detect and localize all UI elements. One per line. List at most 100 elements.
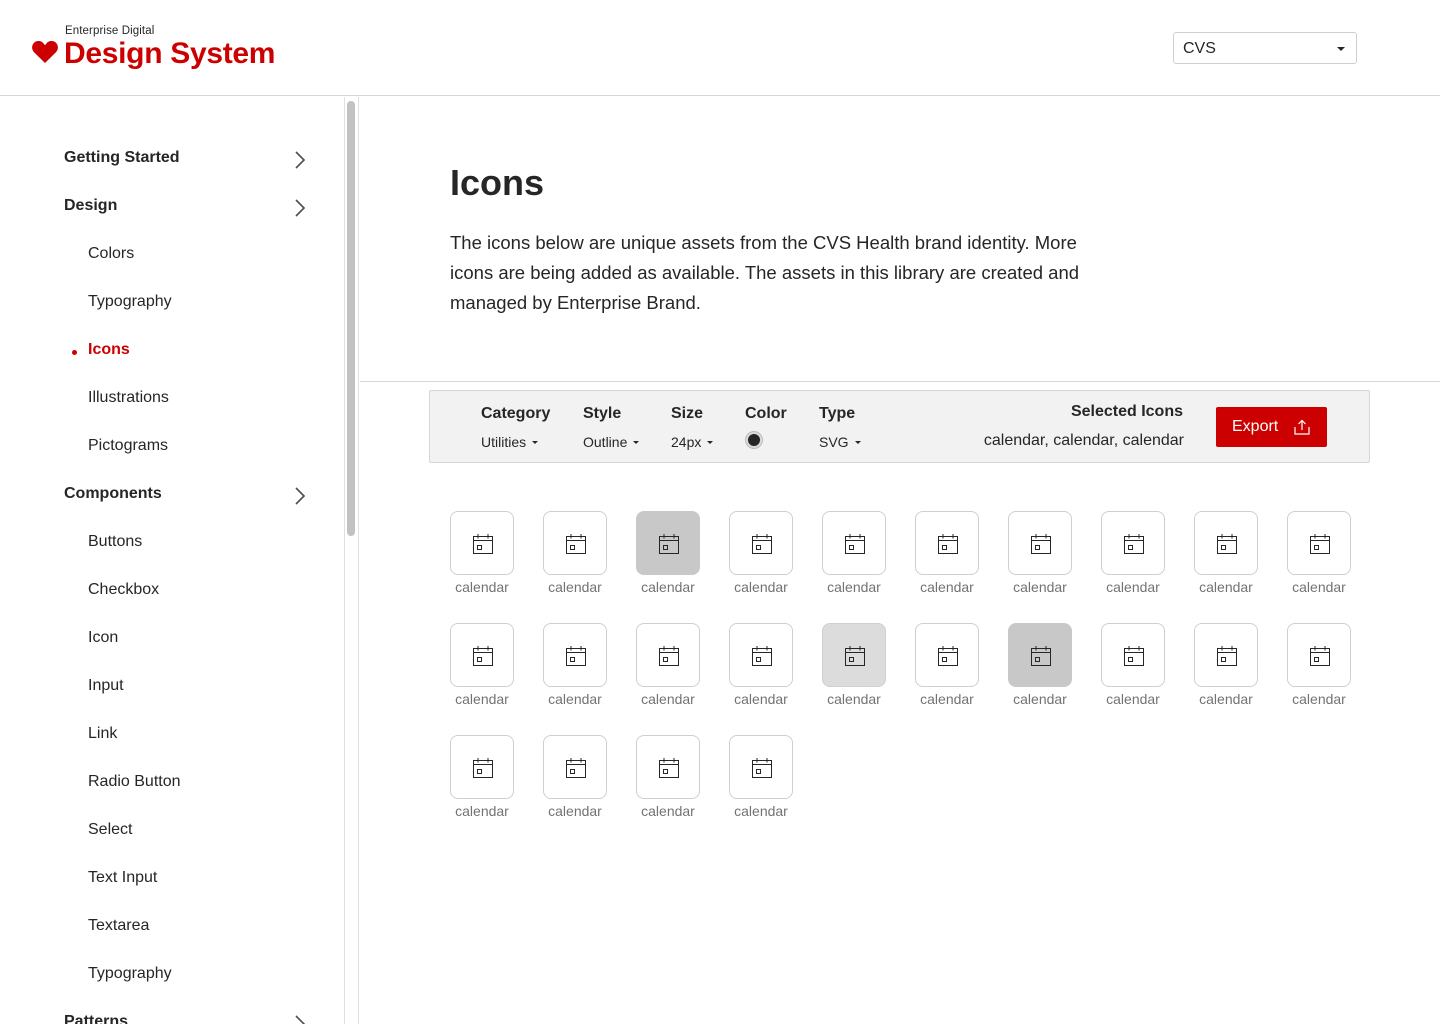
- sidebar-item-typography[interactable]: Typography: [88, 293, 172, 317]
- calendar-icon: [1217, 646, 1237, 666]
- color-filter[interactable]: Color: [745, 405, 787, 423]
- icon-tile[interactable]: [450, 623, 514, 687]
- icon-tile-label: calendar: [827, 579, 881, 595]
- sidebar-item-getting-started[interactable]: Getting Started: [64, 149, 180, 173]
- icon-tile-label: calendar: [548, 579, 602, 595]
- icon-tile-label: calendar: [1106, 691, 1160, 707]
- icon-tile[interactable]: [1101, 623, 1165, 687]
- calendar-icon: [1124, 534, 1144, 554]
- calendar-icon: [1217, 534, 1237, 554]
- sidebar-item-checkbox[interactable]: Checkbox: [88, 581, 159, 605]
- icon-tile-label: calendar: [455, 579, 509, 595]
- calendar-icon: [845, 646, 865, 666]
- sidebar-item-components[interactable]: Components: [64, 485, 162, 509]
- chevron-right-icon[interactable]: [294, 487, 306, 505]
- calendar-icon: [566, 534, 586, 554]
- caret-down-icon: [1337, 47, 1345, 51]
- size-dropdown[interactable]: 24px: [671, 434, 714, 450]
- page-description: The icons below are unique assets from t…: [450, 232, 1080, 313]
- icon-tile-label: calendar: [734, 803, 788, 819]
- icon-tile[interactable]: [915, 511, 979, 575]
- sidebar-item-input[interactable]: Input: [88, 677, 124, 701]
- calendar-icon: [845, 534, 865, 554]
- export-button[interactable]: Export: [1216, 407, 1327, 447]
- calendar-icon: [752, 646, 772, 666]
- icon-tile[interactable]: [1008, 623, 1072, 687]
- logo-subtitle: Enterprise Digital: [65, 25, 155, 37]
- chevron-right-icon[interactable]: [294, 199, 306, 217]
- sidebar-item-patterns[interactable]: Patterns: [64, 1013, 128, 1024]
- icon-tile[interactable]: [822, 623, 886, 687]
- category-filter[interactable]: Category Utilities: [481, 405, 550, 452]
- size-filter[interactable]: Size 24px: [671, 405, 714, 452]
- color-swatch[interactable]: [746, 432, 762, 448]
- sidebar-item-text-input[interactable]: Text Input: [88, 869, 157, 893]
- icon-tile[interactable]: [636, 511, 700, 575]
- sidebar-item-illustrations[interactable]: Illustrations: [88, 389, 169, 413]
- sidebar-item-buttons[interactable]: Buttons: [88, 533, 142, 557]
- chevron-right-icon[interactable]: [294, 1015, 306, 1024]
- size-label: Size: [671, 405, 704, 422]
- sidebar-item-link[interactable]: Link: [88, 725, 117, 749]
- icon-tile-label: calendar: [548, 691, 602, 707]
- style-filter[interactable]: Style Outline: [583, 405, 640, 452]
- calendar-icon: [752, 758, 772, 778]
- page-title: Icons: [450, 162, 545, 203]
- icon-tile-label: calendar: [1106, 579, 1160, 595]
- icon-tile[interactable]: [543, 735, 607, 799]
- icon-tile[interactable]: [636, 735, 700, 799]
- sidebar-item-design[interactable]: Design: [64, 197, 117, 221]
- sidebar-item-typography[interactable]: Typography: [88, 965, 172, 989]
- export-label: Export: [1232, 418, 1279, 435]
- icon-tile-label: calendar: [641, 579, 695, 595]
- type-filter[interactable]: Type SVG: [819, 405, 861, 452]
- icon-tile-label: calendar: [827, 691, 881, 707]
- sidebar-nav: Getting Started Design Colors Typography Ico…: [0, 97, 359, 1024]
- icon-tile[interactable]: [1287, 623, 1351, 687]
- style-dropdown[interactable]: Outline: [583, 434, 640, 450]
- divider: [360, 381, 1440, 382]
- icon-tile-label: calendar: [1199, 579, 1253, 595]
- chevron-right-icon[interactable]: [294, 151, 306, 169]
- icon-tile-label: calendar: [641, 691, 695, 707]
- brand-select-value: CVS: [1183, 40, 1216, 57]
- calendar-icon: [938, 646, 958, 666]
- calendar-icon: [659, 758, 679, 778]
- calendar-icon: [1310, 534, 1330, 554]
- icon-tile[interactable]: [1101, 511, 1165, 575]
- calendar-icon: [659, 534, 679, 554]
- style-label: Style: [583, 405, 622, 422]
- sidebar-scrollbar-thumb[interactable]: [347, 101, 355, 536]
- icon-tile[interactable]: [450, 735, 514, 799]
- icon-tile[interactable]: [1008, 511, 1072, 575]
- selected-icons-title: Selected Icons: [1070, 403, 1183, 420]
- icon-tile[interactable]: [915, 623, 979, 687]
- icon-tile[interactable]: [729, 623, 793, 687]
- icon-tile[interactable]: [1287, 511, 1351, 575]
- icon-tile-label: calendar: [455, 803, 509, 819]
- sidebar-item-icons[interactable]: Icons: [88, 341, 130, 365]
- icon-tile[interactable]: [636, 623, 700, 687]
- icon-tile[interactable]: [543, 511, 607, 575]
- sidebar-item-icon[interactable]: Icon: [88, 629, 118, 653]
- icon-tile[interactable]: [729, 735, 793, 799]
- logo-title: Design System: [64, 37, 276, 70]
- sidebar-item-select[interactable]: Select: [88, 821, 132, 845]
- calendar-icon: [473, 758, 493, 778]
- icon-tile[interactable]: [729, 511, 793, 575]
- icon-tile[interactable]: [450, 511, 514, 575]
- icon-tile[interactable]: [1194, 511, 1258, 575]
- icon-tile[interactable]: [1194, 623, 1258, 687]
- brand-select[interactable]: CVS: [1173, 32, 1357, 64]
- icon-tile-label: calendar: [920, 691, 974, 707]
- type-dropdown[interactable]: SVG: [819, 434, 861, 450]
- sidebar-item-textarea[interactable]: Textarea: [88, 917, 149, 941]
- icon-tile[interactable]: [822, 511, 886, 575]
- category-dropdown[interactable]: Utilities: [481, 434, 539, 450]
- icon-tile-label: calendar: [1292, 579, 1346, 595]
- sidebar-item-colors[interactable]: Colors: [88, 245, 134, 269]
- sidebar-item-pictograms[interactable]: Pictograms: [88, 437, 168, 461]
- icon-tile[interactable]: [543, 623, 607, 687]
- sidebar-item-radio-button[interactable]: Radio Button: [88, 773, 181, 797]
- category-label: Category: [481, 405, 551, 422]
